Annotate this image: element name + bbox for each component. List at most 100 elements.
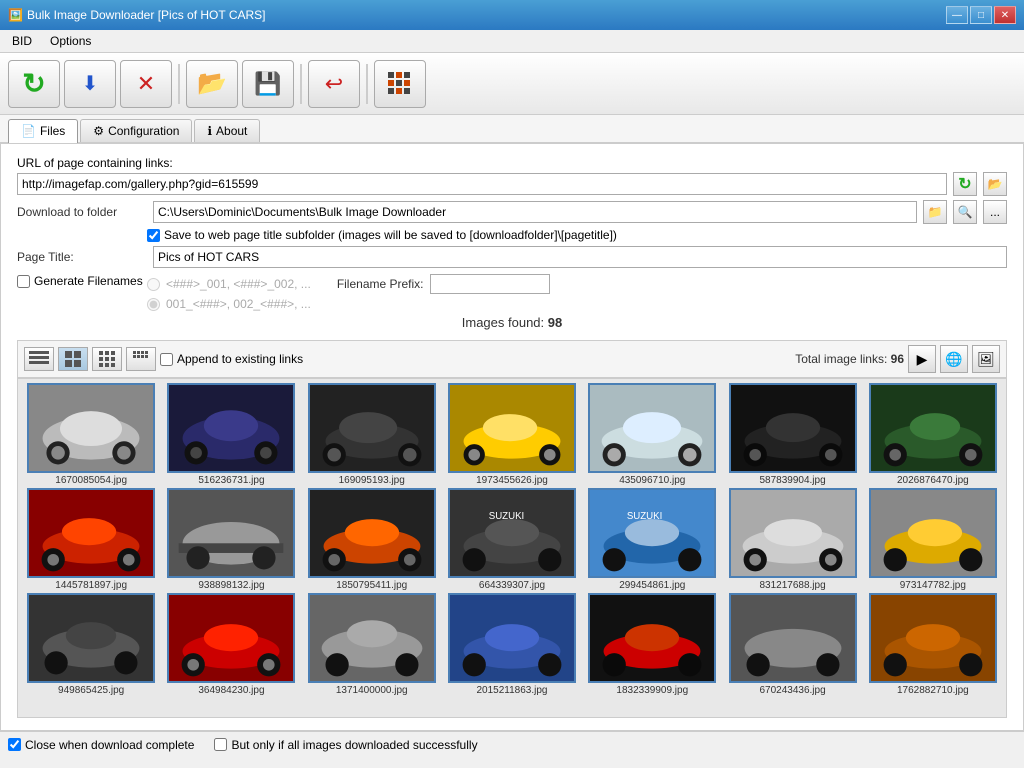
images-found: Images found: 98 xyxy=(17,315,1007,330)
save-checkbox-row: Save to web page title subfolder (images… xyxy=(17,228,1007,242)
generate-checkbox-row: Generate Filenames xyxy=(17,274,147,288)
image-filename: 435096710.jpg xyxy=(619,475,685,486)
config-icon: ⚙ xyxy=(93,124,104,138)
toolbar-separator-2 xyxy=(300,64,302,104)
image-filename: 670243436.jpg xyxy=(759,685,825,696)
list-item[interactable]: 364984230.jpg xyxy=(162,593,300,696)
list-item[interactable]: 169095193.jpg xyxy=(303,383,441,486)
grid-button[interactable] xyxy=(374,60,426,108)
gallery-grid: 1670085054.jpg 516236731.jpg 169095193.jpg… xyxy=(18,379,1006,700)
image-filename: 1445781897.jpg xyxy=(55,580,127,591)
filename-prefix-input[interactable] xyxy=(430,274,550,294)
menu-bid[interactable]: BID xyxy=(4,32,40,50)
list-item[interactable]: 1850795411.jpg xyxy=(303,488,441,591)
view-small-icon-button[interactable] xyxy=(126,347,156,371)
minimize-button[interactable]: — xyxy=(946,6,968,24)
tab-configuration[interactable]: ⚙ Configuration xyxy=(80,119,192,142)
list-item[interactable]: 831217688.jpg xyxy=(723,488,861,591)
image-filename: 299454861.jpg xyxy=(619,580,685,591)
list-item[interactable]: 1445781897.jpg xyxy=(22,488,160,591)
toolbar-separator-1 xyxy=(178,64,180,104)
tab-about[interactable]: ℹ About xyxy=(194,119,260,142)
main-content: URL of page containing links: ↻ 📂 Downlo… xyxy=(0,143,1024,731)
view-list-button[interactable] xyxy=(24,347,54,371)
radio-group: <###>_001, <###>_002, ... Filename Prefi… xyxy=(147,274,1007,311)
only-checkbox[interactable] xyxy=(214,738,227,751)
list-item[interactable]: 670243436.jpg xyxy=(723,593,861,696)
image-filename: 364984230.jpg xyxy=(198,685,264,696)
image-filename: 1973455626.jpg xyxy=(476,475,548,486)
url-folder-button[interactable]: 📂 xyxy=(983,172,1007,196)
image-filename: 587839904.jpg xyxy=(759,475,825,486)
play-button[interactable]: ▶ xyxy=(908,345,936,373)
web-button[interactable]: 🌐 xyxy=(940,345,968,373)
download-input[interactable] xyxy=(153,201,917,223)
list-item[interactable]: 516236731.jpg xyxy=(162,383,300,486)
browse-button[interactable]: 📁 xyxy=(923,200,947,224)
image-filename: 169095193.jpg xyxy=(339,475,405,486)
list-item[interactable]: 1371400000.jpg xyxy=(303,593,441,696)
page-title-label: Page Title: xyxy=(17,250,147,264)
list-item[interactable]: SUZUKI664339307.jpg xyxy=(443,488,581,591)
radio-label-1: <###>_001, <###>_002, ... xyxy=(166,277,311,291)
more-button[interactable]: ... xyxy=(983,200,1007,224)
url-row: ↻ 📂 xyxy=(17,172,1007,196)
list-item[interactable]: SUZUKI299454861.jpg xyxy=(583,488,721,591)
close-checkbox[interactable] xyxy=(8,738,21,751)
append-checkbox[interactable] xyxy=(160,353,173,366)
menu-options[interactable]: Options xyxy=(42,32,99,50)
list-item[interactable]: 1973455626.jpg xyxy=(443,383,581,486)
download-row: Download to folder 📁 🔍 ... xyxy=(17,200,1007,224)
list-item[interactable]: 587839904.jpg xyxy=(723,383,861,486)
image-filename: 938898132.jpg xyxy=(198,580,264,591)
window-title: 🖼️ Bulk Image Downloader [Pics of HOT CA… xyxy=(8,8,266,22)
total-links: Total image links: 96 xyxy=(795,352,904,366)
image-filename: 1371400000.jpg xyxy=(336,685,408,696)
maximize-button[interactable]: □ xyxy=(970,6,992,24)
list-item[interactable]: 938898132.jpg xyxy=(162,488,300,591)
radio-row-1: <###>_001, <###>_002, ... Filename Prefi… xyxy=(147,274,1007,294)
list-item[interactable]: 2015211863.jpg xyxy=(443,593,581,696)
radio-format-2[interactable] xyxy=(147,298,160,311)
list-item[interactable]: 949865425.jpg xyxy=(22,593,160,696)
refresh-button[interactable]: ↻ xyxy=(8,60,60,108)
content-area: URL of page containing links: ↻ 📂 Downlo… xyxy=(9,152,1015,722)
list-item[interactable]: 1832339909.jpg xyxy=(583,593,721,696)
files-icon: 📄 xyxy=(21,124,36,138)
url-refresh-button[interactable]: ↻ xyxy=(953,172,977,196)
image-filename: 516236731.jpg xyxy=(198,475,264,486)
download-button[interactable]: ⬇ xyxy=(64,60,116,108)
generate-checkbox[interactable] xyxy=(17,275,30,288)
radio-format-1[interactable] xyxy=(147,278,160,291)
save-checkbox[interactable] xyxy=(147,229,160,242)
url-input[interactable] xyxy=(17,173,947,195)
page-title-input[interactable] xyxy=(153,246,1007,268)
image-filename: 664339307.jpg xyxy=(479,580,545,591)
list-item[interactable]: 1670085054.jpg xyxy=(22,383,160,486)
revert-button[interactable]: ↩ xyxy=(308,60,360,108)
grid-toolbar: Append to existing links Total image lin… xyxy=(17,340,1007,378)
thumbnail-button[interactable]: 🖼 xyxy=(972,345,1000,373)
tab-bar: 📄 Files ⚙ Configuration ℹ About xyxy=(0,115,1024,143)
info-icon: ℹ xyxy=(207,124,212,138)
save-checkbox-label: Save to web page title subfolder (images… xyxy=(164,228,617,242)
close-button[interactable]: ✕ xyxy=(994,6,1016,24)
save-button[interactable]: 💾 xyxy=(242,60,294,108)
generate-label: Generate Filenames xyxy=(34,274,143,288)
image-filename: 831217688.jpg xyxy=(759,580,825,591)
view-medium-icon-button[interactable] xyxy=(92,347,122,371)
tab-files[interactable]: 📄 Files xyxy=(8,119,78,143)
open-folder-button[interactable]: 📂 xyxy=(186,60,238,108)
search-button[interactable]: 🔍 xyxy=(953,200,977,224)
view-large-icon-button[interactable] xyxy=(58,347,88,371)
page-title-row: Page Title: xyxy=(17,246,1007,268)
list-item[interactable]: 435096710.jpg xyxy=(583,383,721,486)
stop-button[interactable]: ✕ xyxy=(120,60,172,108)
only-label: But only if all images downloaded succes… xyxy=(231,738,477,752)
window-controls[interactable]: — □ ✕ xyxy=(946,6,1016,24)
list-item[interactable]: 1762882710.jpg xyxy=(864,593,1002,696)
gallery-container[interactable]: 1670085054.jpg 516236731.jpg 169095193.jpg… xyxy=(17,378,1007,718)
list-item[interactable]: 2026876470.jpg xyxy=(864,383,1002,486)
list-item[interactable]: 973147782.jpg xyxy=(864,488,1002,591)
image-filename: 949865425.jpg xyxy=(58,685,124,696)
